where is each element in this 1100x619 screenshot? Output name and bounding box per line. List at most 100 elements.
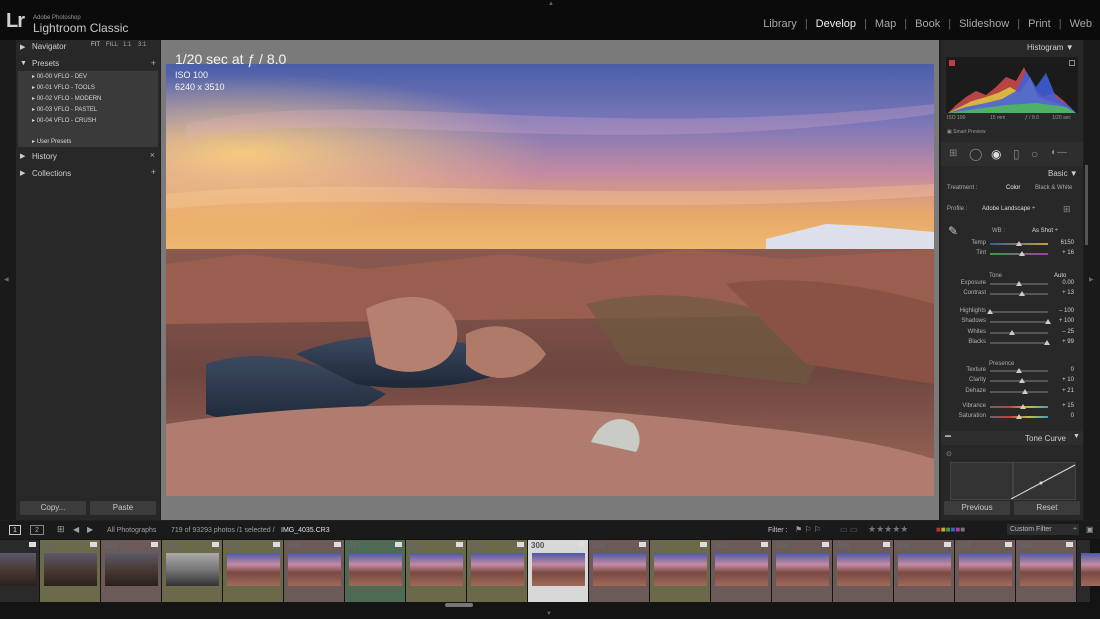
primary-window-button[interactable]: 1 xyxy=(9,525,21,535)
clear-history-icon[interactable]: × xyxy=(150,150,155,160)
virtual-copy-badge-icon[interactable] xyxy=(151,542,158,547)
source-label[interactable]: All Photographs xyxy=(107,527,156,534)
virtual-copy-badge-icon[interactable] xyxy=(1005,542,1012,547)
filmstrip-cell[interactable]: 297 xyxy=(345,540,405,602)
slider-thumb-tint[interactable] xyxy=(1018,251,1025,256)
copy-button[interactable]: Copy... xyxy=(20,501,86,515)
navigator-header[interactable]: ▶ Navigator FIT FILL 1:1 3:1 xyxy=(16,40,160,55)
main-photo[interactable] xyxy=(166,64,934,496)
flag-filter-icon[interactable]: ⚑ ⚐ ⚐ xyxy=(795,525,821,534)
auto-tone-button[interactable]: Auto xyxy=(1054,273,1066,279)
slider-value-highlights[interactable]: – 100 xyxy=(1044,308,1074,314)
virtual-copy-badge-icon[interactable] xyxy=(944,542,951,547)
module-book[interactable]: Book xyxy=(907,18,948,30)
virtual-copy-badge-icon[interactable] xyxy=(90,542,97,547)
slider-value-blacks[interactable]: + 99 xyxy=(1044,339,1074,345)
filmstrip-cell[interactable]: 306 xyxy=(894,540,954,602)
slider-track-blacks[interactable] xyxy=(990,342,1048,344)
filmstrip-cell[interactable]: 307 xyxy=(955,540,1015,602)
preset-folder[interactable]: ▸ 00-03 VFLO - PASTEL xyxy=(32,106,97,113)
presets-header[interactable]: ▼ Presets + xyxy=(16,57,160,72)
filmstrip-cell[interactable]: 304 xyxy=(772,540,832,602)
slider-track-vibrance[interactable] xyxy=(990,406,1048,408)
slider-track-shadows[interactable] xyxy=(990,321,1048,323)
secondary-window-button[interactable]: 2 xyxy=(30,525,44,535)
slider-value-vibrance[interactable]: + 15 xyxy=(1044,403,1074,409)
highlight-clipping-icon[interactable] xyxy=(1069,60,1075,66)
add-collection-icon[interactable]: + xyxy=(151,167,156,177)
preset-folder[interactable]: ▸ 00-02 VFLO - MODERN xyxy=(32,95,101,102)
expand-navigator-icon[interactable]: ▶ xyxy=(20,43,25,51)
virtual-copy-badge-icon[interactable] xyxy=(29,542,36,547)
zoom-fill[interactable]: FILL xyxy=(106,42,118,48)
graduated-filter-icon[interactable]: ▯ xyxy=(1013,147,1020,161)
color-label-filter[interactable]: ■■■■■■ xyxy=(936,525,965,534)
selected-filename[interactable]: IMG_4035.CR3 xyxy=(281,527,330,534)
virtual-copy-filter-icon[interactable]: ▭ ▭ xyxy=(840,525,857,534)
filmstrip-cell[interactable]: 296 xyxy=(284,540,344,602)
filmstrip-cell-selected[interactable]: 300 xyxy=(528,540,588,602)
profile-browser-icon[interactable]: ⊞ xyxy=(1063,204,1071,215)
crop-tool-icon[interactable]: ⊞ xyxy=(949,148,957,159)
reset-button[interactable]: Reset xyxy=(1014,501,1080,515)
collapse-tone-curve-icon[interactable]: ▼ xyxy=(1073,433,1080,440)
target-adjust-icon[interactable]: ⊙ xyxy=(946,450,952,458)
filmstrip-cell[interactable]: 299 xyxy=(467,540,527,602)
slider-value-clarity[interactable]: + 10 xyxy=(1044,377,1074,383)
slider-value-temp[interactable]: 6150 xyxy=(1044,240,1074,246)
virtual-copy-badge-icon[interactable] xyxy=(395,542,402,547)
slider-value-tint[interactable]: + 16 xyxy=(1044,250,1074,256)
module-slideshow[interactable]: Slideshow xyxy=(951,18,1017,30)
star-rating-filter[interactable]: ★★★★★ xyxy=(868,524,908,535)
slider-value-dehaze[interactable]: + 21 xyxy=(1044,388,1074,394)
filmstrip-cell[interactable]: 302 xyxy=(650,540,710,602)
slider-track-dehaze[interactable] xyxy=(990,391,1048,393)
preset-folder[interactable]: ▸ 00-04 VFLO - CRUSH xyxy=(32,117,96,124)
zoom-1-1[interactable]: 1:1 xyxy=(123,42,131,48)
expand-collections-icon[interactable]: ▶ xyxy=(20,169,25,177)
slider-thumb-exposure[interactable] xyxy=(1016,281,1022,286)
module-library[interactable]: Library xyxy=(755,18,805,30)
filmstrip-cell[interactable]: 294 xyxy=(162,540,222,602)
filmstrip-cell[interactable]: 292 xyxy=(40,540,100,602)
module-map[interactable]: Map xyxy=(867,18,904,30)
histogram-graph[interactable] xyxy=(946,57,1078,113)
collections-header[interactable]: ▶ Collections + xyxy=(16,166,160,181)
virtual-copy-badge-icon[interactable] xyxy=(822,542,829,547)
slider-thumb-vibrance[interactable] xyxy=(1020,404,1027,409)
preset-folder[interactable]: ▸ 00-01 VFLO - TOOLS xyxy=(32,84,95,91)
slider-value-whites[interactable]: – 25 xyxy=(1044,329,1074,335)
virtual-copy-badge-icon[interactable] xyxy=(883,542,890,547)
custom-filter-dropdown[interactable]: Custom Filter ÷ xyxy=(1007,524,1079,535)
filmstrip-cell[interactable] xyxy=(1077,540,1100,602)
slider-value-contrast[interactable]: + 13 xyxy=(1044,290,1074,296)
module-develop[interactable]: Develop xyxy=(808,18,864,30)
slider-value-shadows[interactable]: + 100 xyxy=(1044,318,1074,324)
module-print[interactable]: Print xyxy=(1020,18,1059,30)
history-header[interactable]: ▶ History × xyxy=(16,149,160,164)
slider-track-whites[interactable] xyxy=(990,332,1048,334)
slider-thumb-highlights[interactable] xyxy=(987,309,993,314)
virtual-copy-badge-icon[interactable] xyxy=(700,542,707,547)
slider-thumb-clarity[interactable] xyxy=(1018,378,1025,383)
right-scrollbar[interactable] xyxy=(1085,165,1088,245)
filmstrip-cell[interactable]: 298 xyxy=(406,540,466,602)
filmstrip-cell[interactable] xyxy=(0,540,39,602)
filmstrip-cell[interactable]: 293 xyxy=(101,540,161,602)
virtual-copy-badge-icon[interactable] xyxy=(639,542,646,547)
radial-filter-icon[interactable]: ○ xyxy=(1031,147,1038,161)
slider-thumb-texture[interactable] xyxy=(1016,368,1022,373)
virtual-copy-badge-icon[interactable] xyxy=(212,542,219,547)
shadow-clipping-icon[interactable] xyxy=(949,60,955,66)
virtual-copy-badge-icon[interactable] xyxy=(334,542,341,547)
treatment-color[interactable]: Color xyxy=(1006,185,1020,191)
grid-view-icon[interactable]: ⊞ xyxy=(57,524,65,535)
filmstrip-scrollbar[interactable] xyxy=(445,603,473,607)
histogram-header[interactable]: Histogram ▼ xyxy=(1027,43,1074,52)
module-web[interactable]: Web xyxy=(1062,18,1092,30)
slider-track-highlights[interactable] xyxy=(990,311,1048,313)
collapse-basic-icon[interactable]: ▼ xyxy=(1070,169,1078,178)
wb-dropdown[interactable]: As Shot ÷ xyxy=(1032,228,1058,234)
virtual-copy-badge-icon[interactable] xyxy=(517,542,524,547)
collapse-top-icon[interactable]: ▲ xyxy=(548,1,554,7)
